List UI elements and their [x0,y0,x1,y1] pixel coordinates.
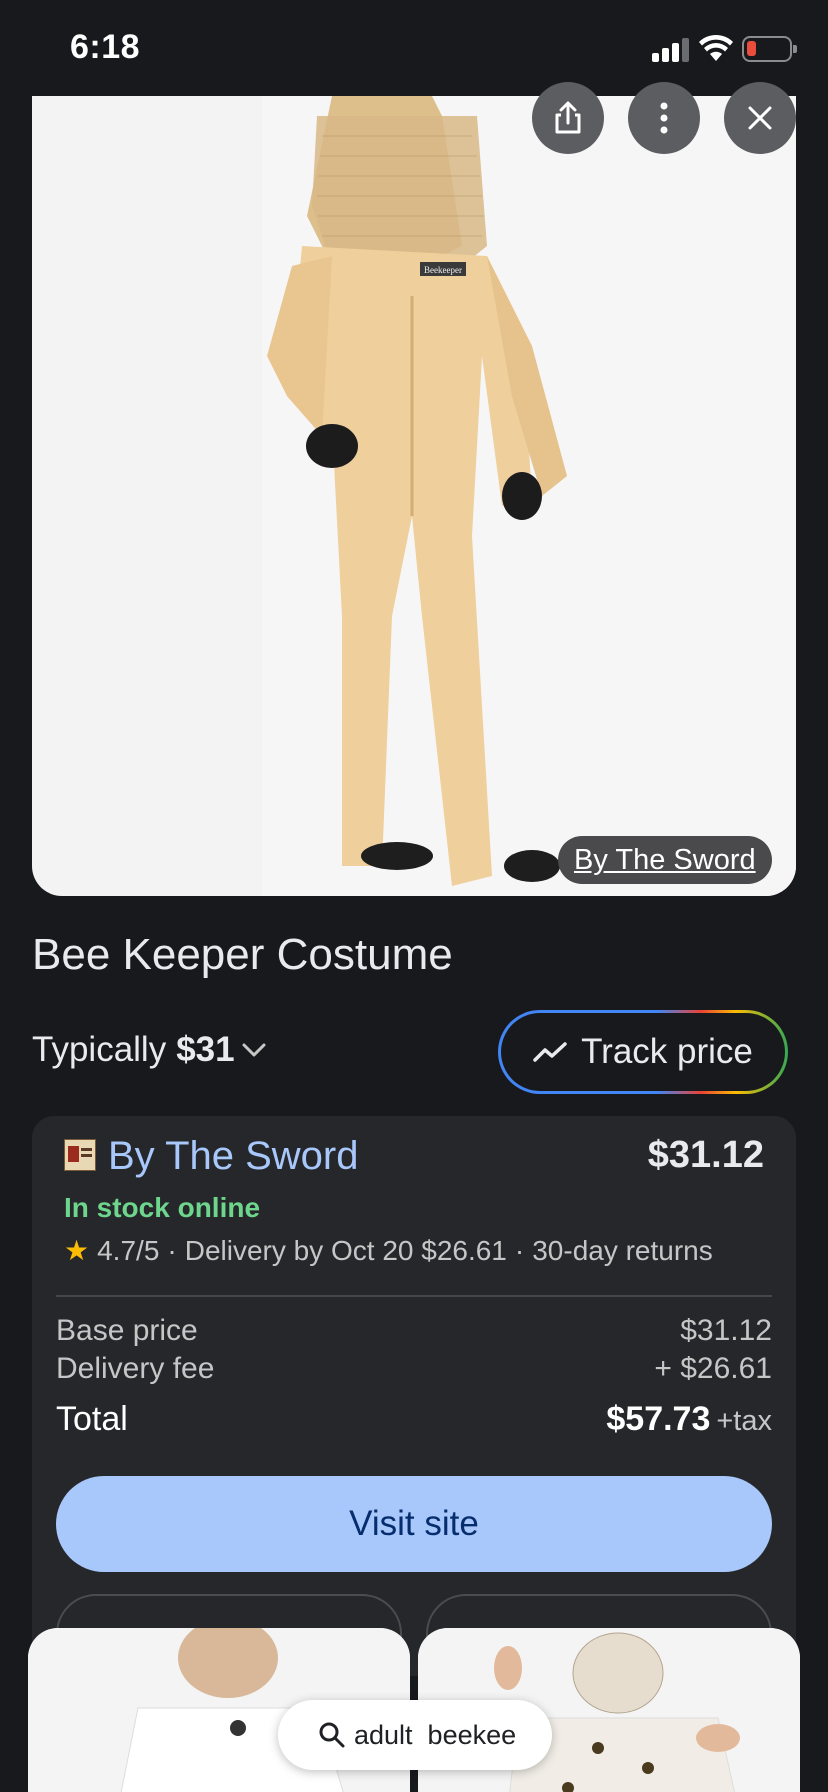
costume-illustration: Beekeeper [262,96,796,896]
divider [56,1295,772,1297]
more-vert-icon [660,102,668,134]
offer-card: By The Sword $31.12 In stock online ★ 4.… [32,1116,796,1676]
visit-site-button[interactable]: Visit site [56,1476,772,1572]
delivery-info: Delivery by Oct 20 $26.61 [184,1234,507,1266]
rating: 4.7/5 [97,1234,160,1266]
costume-badge-text: Beekeeper [424,265,462,275]
share-button[interactable] [532,82,604,154]
total-value: $57.73 [606,1400,711,1438]
track-price-button[interactable]: Track price [498,1010,788,1094]
share-icon [555,101,581,134]
meta-separator: · [167,1234,177,1266]
merchant-name-link[interactable]: By The Sword [108,1134,359,1179]
typical-price-label: Typically [32,1030,167,1069]
stock-status: In stock online [64,1192,261,1223]
battery-level [747,41,756,56]
base-price-value: $31.12 [680,1314,772,1347]
chevron-down-icon [242,1043,266,1057]
star-icon: ★ [64,1235,90,1266]
total-row: Total $57.73 +tax [56,1400,772,1439]
delivery-fee-row: Delivery fee + $26.61 [56,1352,772,1386]
delivery-fee-label: Delivery fee [56,1352,215,1385]
tax-label: +tax [716,1405,772,1437]
search-icon [319,1722,345,1748]
product-title: Bee Keeper Costume [32,930,453,979]
trending-icon [533,1042,567,1062]
status-bar: 6:18 [0,0,828,96]
typical-price-value: $31 [176,1030,235,1069]
typical-price-dropdown[interactable]: Typically $31 [32,1030,269,1070]
close-button[interactable] [724,82,796,154]
returns-info: 30-day returns [532,1234,713,1266]
meta-separator: · [514,1234,525,1266]
total-label: Total [56,1400,128,1438]
base-price-label: Base price [56,1314,198,1347]
close-icon [748,106,772,130]
product-image[interactable]: Beekeeper [32,96,796,896]
status-time: 6:18 [70,28,141,66]
offer-meta: ★ 4.7/5 · Delivery by Oct 20 $26.61 · 30… [64,1234,713,1267]
track-price-label: Track price [581,1032,753,1071]
delivery-fee-value: + $26.61 [654,1352,772,1385]
more-options-button[interactable] [628,82,700,154]
offer-price: $31.12 [647,1134,764,1176]
signal-icon [652,38,692,62]
search-pill[interactable]: adult beekee [278,1700,552,1770]
search-query: adult beekee [354,1719,517,1750]
merchant-logo-icon [64,1139,96,1171]
base-price-row: Base price $31.12 [56,1314,772,1348]
battery-low-icon [742,36,797,62]
wifi-icon [699,34,733,61]
image-source-link[interactable]: By The Sword [558,836,772,884]
